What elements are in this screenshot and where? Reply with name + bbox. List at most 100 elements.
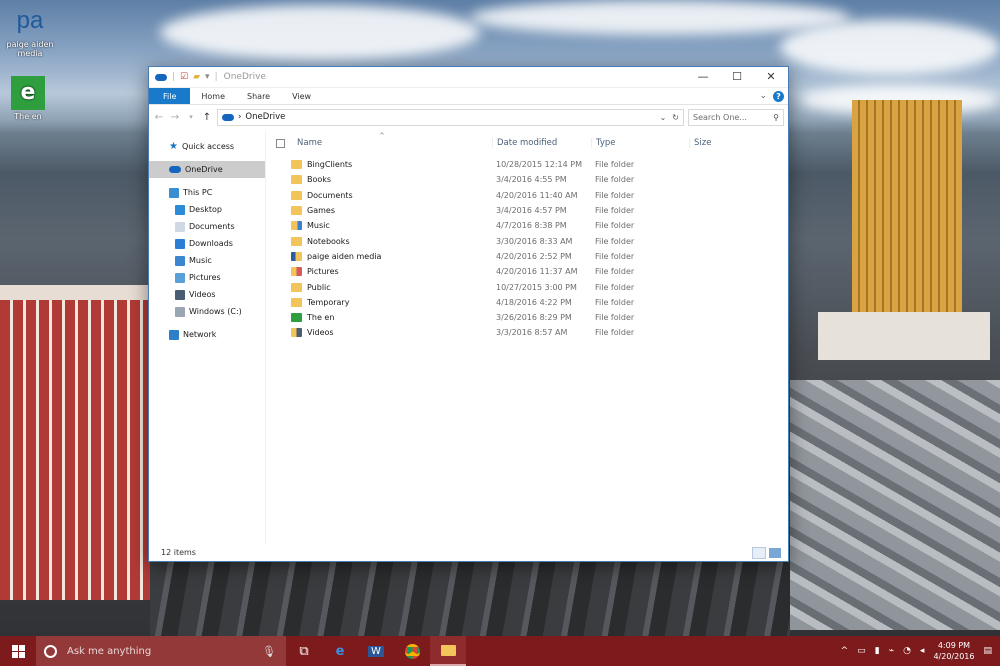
table-row[interactable]: Music 4/7/2016 8:38 PM File folder — [266, 218, 788, 233]
file-type: File folder — [595, 313, 635, 323]
word-icon[interactable]: W — [358, 636, 394, 666]
details-view-button[interactable] — [752, 546, 766, 559]
quick-access-toolbar: | ☑ ▰ ▾ | — [155, 72, 218, 82]
cortana-search[interactable]: Ask me anything 🎙 — [36, 636, 286, 666]
table-row[interactable]: Notebooks 3/30/2016 8:33 AM File folder — [266, 233, 788, 248]
table-row[interactable]: paige aiden media 4/20/2016 2:52 PM File f… — [266, 249, 788, 264]
file-type: File folder — [595, 297, 635, 307]
search-box[interactable]: ⚲ — [688, 108, 784, 126]
file-type: File folder — [595, 328, 635, 338]
onedrive-icon — [169, 166, 181, 173]
power-icon[interactable]: ▮ — [875, 646, 880, 656]
tab-home[interactable]: Home — [190, 88, 236, 104]
file-name: The en — [307, 313, 335, 323]
desktop-icon-paige-aiden-media[interactable]: pa paige aiden media — [2, 4, 58, 58]
folder-icon — [291, 160, 302, 170]
file-date: 4/18/2016 4:22 PM — [496, 297, 572, 307]
tab-share[interactable]: Share — [236, 88, 281, 104]
file-name: BingClients — [307, 160, 353, 170]
maximize-button[interactable]: ☐ — [720, 67, 754, 88]
chevron-up-icon[interactable]: ^ — [841, 646, 849, 656]
search-input[interactable] — [693, 112, 771, 122]
expand-ribbon-icon[interactable]: ⌄ — [759, 91, 767, 101]
minimize-button[interactable]: — — [686, 67, 720, 88]
column-name[interactable]: Name — [292, 138, 492, 148]
chevron-down-icon[interactable]: ▾ — [205, 72, 210, 82]
pictures-icon — [175, 272, 185, 283]
table-row[interactable]: Games 3/4/2016 4:57 PM File folder — [266, 203, 788, 218]
nav-item-label: OneDrive — [185, 165, 223, 174]
properties-icon[interactable]: ☑ — [180, 72, 188, 82]
chevron-down-icon[interactable]: ⌄ — [660, 113, 667, 122]
breadcrumb[interactable]: OneDrive — [245, 112, 285, 122]
network-status-icon[interactable]: ⌁ — [889, 646, 894, 656]
close-button[interactable]: ✕ — [754, 67, 788, 88]
nav-item-downloads[interactable]: Downloads — [149, 235, 265, 252]
task-view-button[interactable]: ⧉ — [286, 636, 322, 666]
nav-item-windows-c[interactable]: Windows (C:) — [149, 303, 265, 320]
back-arrow-icon[interactable]: ← — [153, 112, 165, 123]
tab-file[interactable]: File — [149, 88, 191, 104]
file-date: 10/27/2015 3:00 PM — [496, 282, 577, 292]
nav-item-label: Desktop — [189, 205, 222, 214]
table-row[interactable]: Documents 4/20/2016 11:40 AM File folder — [266, 188, 788, 203]
onedrive-icon — [155, 73, 167, 81]
table-row[interactable]: The en 3/26/2016 8:29 PM File folder — [266, 310, 788, 325]
file-explorer-window: | ☑ ▰ ▾ | OneDrive — ☐ ✕ File Home Share… — [148, 66, 789, 562]
address-bar[interactable]: › OneDrive ⌄ ↻ — [217, 108, 684, 126]
forward-arrow-icon[interactable]: → — [169, 112, 181, 123]
new-folder-icon[interactable]: ▰ — [193, 72, 200, 82]
column-type[interactable]: Type — [591, 138, 689, 148]
table-row[interactable]: Videos 3/3/2016 8:57 AM File folder — [266, 325, 788, 340]
action-center-icon[interactable]: ▤ — [983, 646, 992, 656]
nav-item-label: Pictures — [189, 273, 221, 282]
table-row[interactable]: Pictures 4/20/2016 11:37 AM File folder — [266, 264, 788, 279]
nav-item-quick-access[interactable]: ★ Quick access — [149, 138, 265, 155]
table-row[interactable]: Temporary 4/18/2016 4:22 PM File folder — [266, 295, 788, 310]
tablet-icon[interactable]: ▭ — [857, 646, 866, 656]
nav-item-videos[interactable]: Videos — [149, 286, 265, 303]
start-button[interactable] — [0, 636, 36, 666]
nav-item-documents[interactable]: Documents — [149, 218, 265, 235]
table-row[interactable]: BingClients 10/28/2015 12:14 PM File folde… — [266, 157, 788, 172]
volume-icon[interactable]: ◂ — [920, 646, 925, 656]
nav-item-network[interactable]: Network — [149, 326, 265, 343]
clock[interactable]: 4:09 PM 4/20/2016 — [933, 640, 974, 662]
nav-item-onedrive[interactable]: OneDrive — [149, 161, 265, 178]
nav-item-this-pc[interactable]: This PC — [149, 184, 265, 201]
microphone-icon[interactable]: 🎙 — [262, 645, 276, 658]
file-name: Documents — [307, 190, 353, 200]
large-icons-view-button[interactable] — [768, 546, 782, 559]
documents-icon — [175, 221, 185, 232]
refresh-icon[interactable]: ↻ — [672, 113, 679, 122]
file-type: File folder — [595, 267, 635, 277]
nav-item-music[interactable]: Music — [149, 252, 265, 269]
city-street — [150, 560, 790, 638]
column-date-modified[interactable]: Date modified — [492, 138, 591, 148]
hotel-facade — [0, 300, 150, 600]
file-explorer-icon[interactable] — [430, 636, 466, 666]
chrome-icon[interactable] — [394, 636, 430, 666]
recent-locations-icon[interactable]: ▾ — [185, 113, 197, 121]
tab-view[interactable]: View — [281, 88, 322, 104]
up-arrow-icon[interactable]: ↑ — [201, 112, 213, 123]
nav-item-desktop[interactable]: Desktop — [149, 201, 265, 218]
downloads-icon — [175, 238, 185, 249]
address-row: ← → ▾ ↑ › OneDrive ⌄ ↻ ⚲ — [149, 105, 788, 129]
select-all-checkbox[interactable] — [276, 138, 285, 148]
table-row[interactable]: Public 10/27/2015 3:00 PM File folder — [266, 279, 788, 294]
help-icon[interactable]: ? — [773, 90, 784, 102]
cortana-placeholder: Ask me anything — [67, 645, 152, 657]
edge-icon[interactable]: e — [322, 636, 358, 666]
star-icon: ★ — [169, 141, 178, 152]
window-title: OneDrive — [223, 72, 266, 82]
column-size[interactable]: Size — [689, 138, 769, 148]
desktop-icon-the-en[interactable]: e The en — [0, 76, 56, 121]
table-row[interactable]: Books 3/4/2016 4:55 PM File folder — [266, 172, 788, 187]
file-name: Videos — [307, 328, 334, 338]
wifi-icon[interactable]: ◔ — [903, 646, 911, 656]
navigation-pane: ★ Quick access OneDrive This PC Desktop … — [149, 131, 266, 544]
clock-date: 4/20/2016 — [933, 652, 975, 661]
file-date: 3/4/2016 4:55 PM — [496, 175, 567, 185]
nav-item-pictures[interactable]: Pictures — [149, 269, 265, 286]
